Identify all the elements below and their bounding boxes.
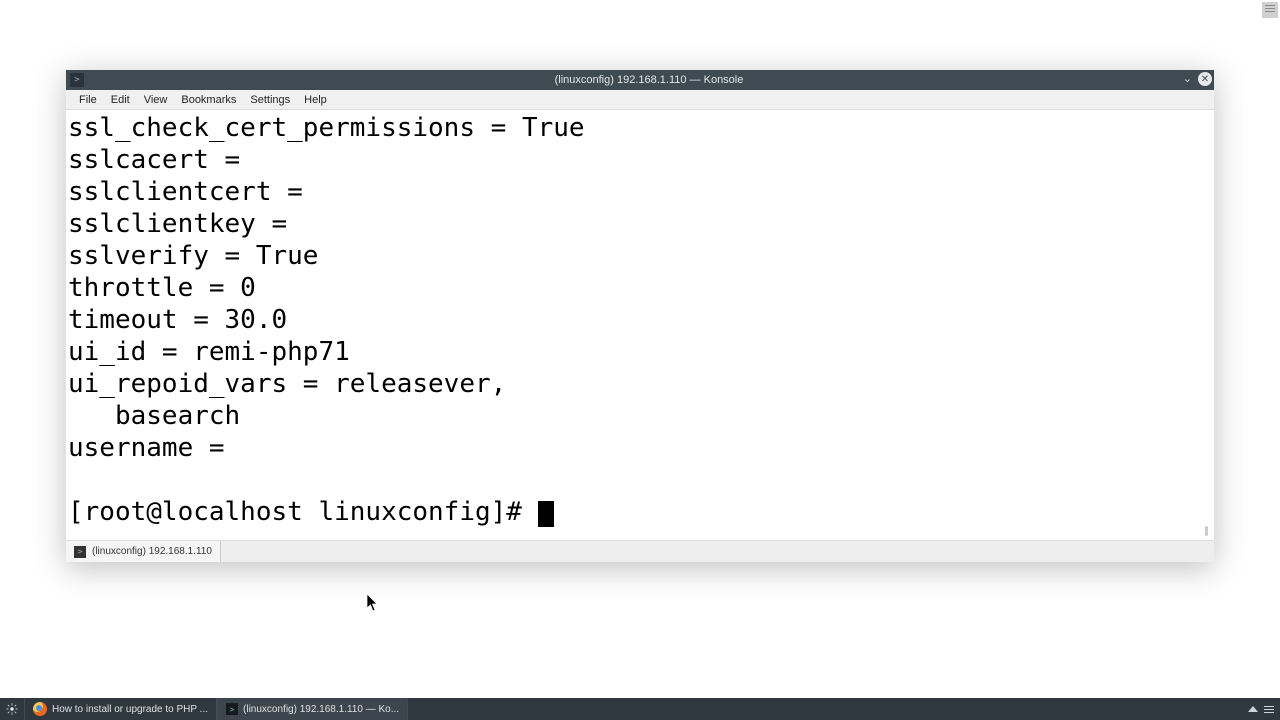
menu-edit[interactable]: Edit (104, 94, 137, 106)
hamburger-icon (1265, 5, 1275, 12)
firefox-icon (33, 702, 47, 716)
taskbar-item-konsole[interactable]: > (linuxconfig) 192.168.1.110 — Ko... (217, 698, 408, 720)
terminal-line: basearch (68, 401, 240, 431)
terminal-icon: > (226, 703, 238, 715)
taskbar-item-label: How to install or upgrade to PHP ... (52, 704, 208, 715)
window-title: (linuxconfig) 192.168.1.110 — Konsole (84, 74, 1214, 86)
terminal-icon: > (70, 73, 84, 87)
terminal-line: timeout = 30.0 (68, 305, 287, 335)
terminal-icon: > (74, 546, 86, 558)
taskbar-spacer (408, 698, 1242, 720)
tab-bar: > (linuxconfig) 192.168.1.110 (66, 540, 1214, 562)
system-tray[interactable] (1242, 698, 1280, 720)
menu-view[interactable]: View (137, 94, 175, 106)
tab-label: (linuxconfig) 192.168.1.110 (92, 546, 212, 557)
konsole-tab[interactable]: > (linuxconfig) 192.168.1.110 (66, 541, 221, 562)
terminal-viewport[interactable]: ssl_check_cert_permissions = True sslcac… (66, 110, 1214, 540)
menu-bookmarks[interactable]: Bookmarks (174, 94, 243, 106)
menu-bar: File Edit View Bookmarks Settings Help (66, 90, 1214, 110)
konsole-window: > (linuxconfig) 192.168.1.110 — Konsole … (66, 70, 1214, 562)
menu-settings[interactable]: Settings (243, 94, 297, 106)
tray-expand-icon[interactable] (1248, 706, 1258, 712)
menu-help[interactable]: Help (297, 94, 334, 106)
terminal-line: sslcacert = (68, 145, 240, 175)
taskbar-item-label: (linuxconfig) 192.168.1.110 — Ko... (243, 704, 399, 715)
terminal-line: sslclientcert = (68, 177, 303, 207)
terminal-line: username = (68, 433, 225, 463)
window-titlebar[interactable]: > (linuxconfig) 192.168.1.110 — Konsole … (66, 70, 1214, 90)
window-minimize-button[interactable]: ⌄ (1181, 74, 1194, 85)
panel-options-icon[interactable] (1264, 704, 1274, 715)
terminal-line: sslverify = True (68, 241, 318, 271)
terminal-line: sslclientkey = (68, 209, 287, 239)
mouse-pointer (367, 594, 379, 612)
kde-logo-icon (5, 702, 19, 716)
panel-corner-handle[interactable] (1262, 2, 1278, 18)
application-launcher[interactable] (0, 698, 24, 720)
taskbar-item-firefox[interactable]: How to install or upgrade to PHP ... (24, 698, 217, 720)
terminal-line: ssl_check_cert_permissions = True (68, 113, 585, 143)
desktop-taskbar: How to install or upgrade to PHP ... > (… (0, 698, 1280, 720)
terminal-line: throttle = 0 (68, 273, 256, 303)
window-close-button[interactable]: ✕ (1198, 72, 1212, 86)
menu-file[interactable]: File (72, 94, 104, 106)
terminal-cursor (538, 501, 554, 527)
terminal-line: ui_repoid_vars = releasever, (68, 369, 506, 399)
terminal-line: ui_id = remi-php71 (68, 337, 350, 367)
terminal-prompt: [root@localhost linuxconfig]# (68, 497, 538, 527)
terminal-content: ssl_check_cert_permissions = True sslcac… (66, 110, 1214, 538)
